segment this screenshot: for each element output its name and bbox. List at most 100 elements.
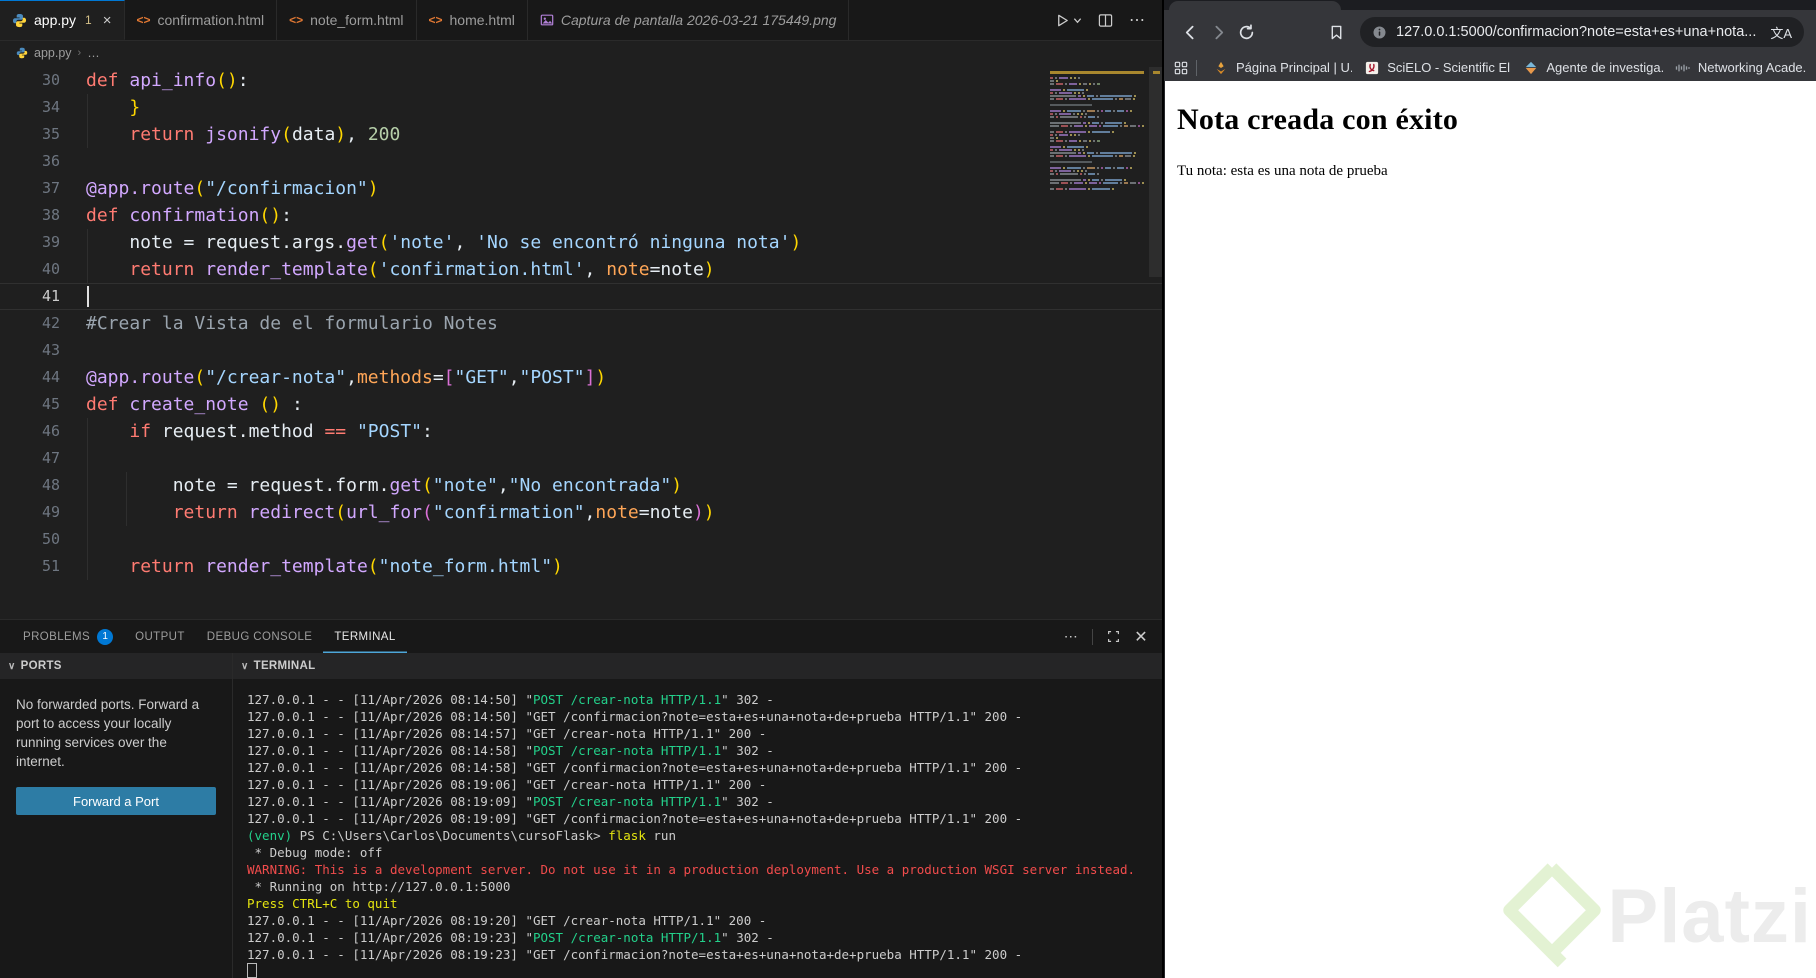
breadcrumb[interactable]: app.py › … xyxy=(0,41,1162,65)
bookmark-scielo[interactable]: SciELO - Scientific El... xyxy=(1356,60,1511,76)
split-editor-button[interactable] xyxy=(1098,13,1113,28)
bookmark-label: Networking Acade... xyxy=(1697,60,1806,75)
panel-tab-label: TERMINAL xyxy=(334,630,396,643)
favicon xyxy=(1523,60,1539,76)
forward-port-button[interactable]: Forward a Port xyxy=(16,787,216,815)
ports-header[interactable]: ∨ PORTS xyxy=(0,653,232,679)
terminal-line: 127.0.0.1 - - [11/Apr/2026 08:14:50] "GE… xyxy=(247,709,1023,724)
chevron-down-icon xyxy=(1073,17,1082,23)
panel-tab-label: PROBLEMS xyxy=(23,630,91,643)
python-file-icon xyxy=(12,13,27,28)
terminal-line: 127.0.0.1 - - [11/Apr/2026 08:14:58] "GE… xyxy=(247,760,1023,775)
code-line: 49 return redirect(url_for("confirmation… xyxy=(0,499,1162,526)
panel-actions: ⋯ ✕ xyxy=(1064,627,1162,647)
bookmarks-bar: Página Principal | U... SciELO - Scienti… xyxy=(1164,54,1816,81)
terminal-view: ∨ TERMINAL 127.0.0.1 - - [11/Apr/2026 08… xyxy=(233,653,1162,978)
close-tab-icon[interactable]: × xyxy=(103,12,112,29)
tab-home-html[interactable]: <> home.html xyxy=(416,0,528,40)
python-file-icon xyxy=(16,47,28,59)
code-line: 42 #Crear la Vista de el formulario Notes xyxy=(41,313,498,334)
problems-count-badge: 1 xyxy=(97,628,114,645)
panel-tab-debug-console[interactable]: DEBUG CONSOLE xyxy=(196,620,324,653)
terminal-line: * Debug mode: off xyxy=(247,845,383,860)
address-bar[interactable]: 127.0.0.1:5000/confirmacion?note=esta+es… xyxy=(1360,17,1804,47)
terminal-line xyxy=(247,963,1162,978)
terminal-line: 127.0.0.1 - - [11/Apr/2026 08:19:06] "GE… xyxy=(247,777,767,792)
run-button[interactable] xyxy=(1055,13,1082,28)
terminal-output[interactable]: 127.0.0.1 - - [11/Apr/2026 08:14:50] "PO… xyxy=(233,679,1162,978)
terminal-line: 127.0.0.1 - - [11/Apr/2026 08:19:09] "PO… xyxy=(247,794,774,809)
active-browser-tab[interactable] xyxy=(1169,1,1341,10)
html-file-icon: <> xyxy=(428,13,443,27)
editor-scrollbar[interactable] xyxy=(1149,67,1162,277)
divider xyxy=(1196,59,1197,76)
html-file-icon: <> xyxy=(289,13,304,27)
browser-tabstrip[interactable] xyxy=(1164,0,1816,10)
more-actions-icon[interactable]: ⋯ xyxy=(1064,628,1078,645)
ports-message: No forwarded ports. Forward a port to ac… xyxy=(16,697,200,769)
ports-title: PORTS xyxy=(20,660,62,672)
forward-button[interactable] xyxy=(1204,18,1232,46)
apps-grid-icon[interactable] xyxy=(1174,61,1188,75)
minimap[interactable] xyxy=(1050,71,1144,201)
image-file-icon xyxy=(540,13,554,27)
breadcrumb-more: … xyxy=(87,46,100,60)
code-line: 44 @app.route("/crear-nota",methods=["GET… xyxy=(41,367,607,388)
terminal-line: 127.0.0.1 - - [11/Apr/2026 08:14:57] "GE… xyxy=(247,726,767,741)
tab-app-py[interactable]: app.py 1 × xyxy=(0,0,125,40)
tab-captura-png[interactable]: Captura de pantalla 2026-03-21 175449.pn… xyxy=(527,0,850,40)
code-line: 35 return jsonify(data), 200 xyxy=(0,121,1162,148)
maximize-panel-icon[interactable] xyxy=(1107,630,1120,643)
code-line: 48 note = request.form.get("note","No en… xyxy=(0,472,1162,499)
more-actions-button[interactable]: ⋯ xyxy=(1129,10,1146,30)
bottom-panel: PROBLEMS 1 OUTPUT DEBUG CONSOLE TERMINAL… xyxy=(0,619,1162,978)
panel-tab-problems[interactable]: PROBLEMS 1 xyxy=(12,620,124,653)
code-line: 40 return render_template('confirmation.… xyxy=(0,256,1162,283)
terminal-header[interactable]: ∨ TERMINAL xyxy=(233,653,1162,679)
panel-tab-output[interactable]: OUTPUT xyxy=(124,620,196,653)
tab-label: app.py xyxy=(34,12,77,28)
url-text[interactable]: 127.0.0.1:5000/confirmacion?note=esta+es… xyxy=(1396,24,1761,40)
code-line: 38 def confirmation(): xyxy=(41,205,292,226)
terminal-title: TERMINAL xyxy=(253,660,316,672)
terminal-line: 127.0.0.1 - - [11/Apr/2026 08:14:58] "PO… xyxy=(247,743,774,758)
back-button[interactable] xyxy=(1176,18,1204,46)
tab-confirmation-html[interactable]: <> confirmation.html xyxy=(124,0,278,40)
tab-label: Captura de pantalla 2026-03-21 175449.pn… xyxy=(560,12,837,28)
ports-view: ∨ PORTS No forwarded ports. Forward a po… xyxy=(0,653,233,978)
site-info-icon[interactable] xyxy=(1372,25,1387,40)
page-title: Nota creada con éxito xyxy=(1177,103,1459,136)
terminal-line: 127.0.0.1 - - [11/Apr/2026 08:19:23] "PO… xyxy=(247,930,774,945)
web-page: Nota creada con éxito Tu nota: esta es u… xyxy=(1164,81,1816,978)
bookmark-pagina-principal[interactable]: Página Principal | U... xyxy=(1205,60,1352,76)
tab-note-form-html[interactable]: <> note_form.html xyxy=(277,0,417,40)
chevron-down-icon: ∨ xyxy=(8,660,16,672)
bookmark-icon[interactable] xyxy=(1322,18,1350,46)
bookmark-networking-academy[interactable]: Networking Acade... xyxy=(1667,60,1806,76)
text-cursor xyxy=(87,286,89,307)
bookmark-label: Página Principal | U... xyxy=(1236,60,1353,75)
divider xyxy=(1092,628,1094,645)
code-line: 36 xyxy=(41,152,60,170)
code-editor[interactable]: 30 def api_info(): 34 } 35 return jsonify(d… xyxy=(0,65,1162,619)
bookmark-label: Agente de investiga... xyxy=(1546,60,1663,75)
terminal-line: 127.0.0.1 - - [11/Apr/2026 08:14:50] "PO… xyxy=(247,692,774,707)
panel-tab-terminal[interactable]: TERMINAL xyxy=(323,620,406,653)
favicon xyxy=(1213,60,1229,76)
code-line: 51 return render_template("note_form.htm… xyxy=(0,553,1162,580)
translate-icon[interactable]: 文A xyxy=(1770,23,1792,42)
code-lines: 30 def api_info(): 34 } 35 return jsonify(d… xyxy=(0,67,1162,580)
breadcrumb-separator: › xyxy=(77,47,82,59)
terminal-line: 127.0.0.1 - - [11/Apr/2026 08:19:09] "GE… xyxy=(247,811,1023,826)
close-panel-icon[interactable]: ✕ xyxy=(1134,627,1148,647)
terminal-cursor xyxy=(247,963,257,978)
terminal-line: Press CTRL+C to quit xyxy=(247,896,398,911)
code-line: 47 xyxy=(0,445,1162,472)
bookmark-agente-investigacion[interactable]: Agente de investiga... xyxy=(1515,60,1663,76)
favicon xyxy=(1364,60,1380,76)
reload-button[interactable] xyxy=(1232,18,1260,46)
browser-toolbar: 127.0.0.1:5000/confirmacion?note=esta+es… xyxy=(1164,10,1816,54)
code-line: 30 def api_info(): xyxy=(41,70,249,91)
code-line: 50 xyxy=(0,526,1162,553)
terminal-line: (venv) PS C:\Users\Carlos\Documents\curs… xyxy=(247,828,676,843)
